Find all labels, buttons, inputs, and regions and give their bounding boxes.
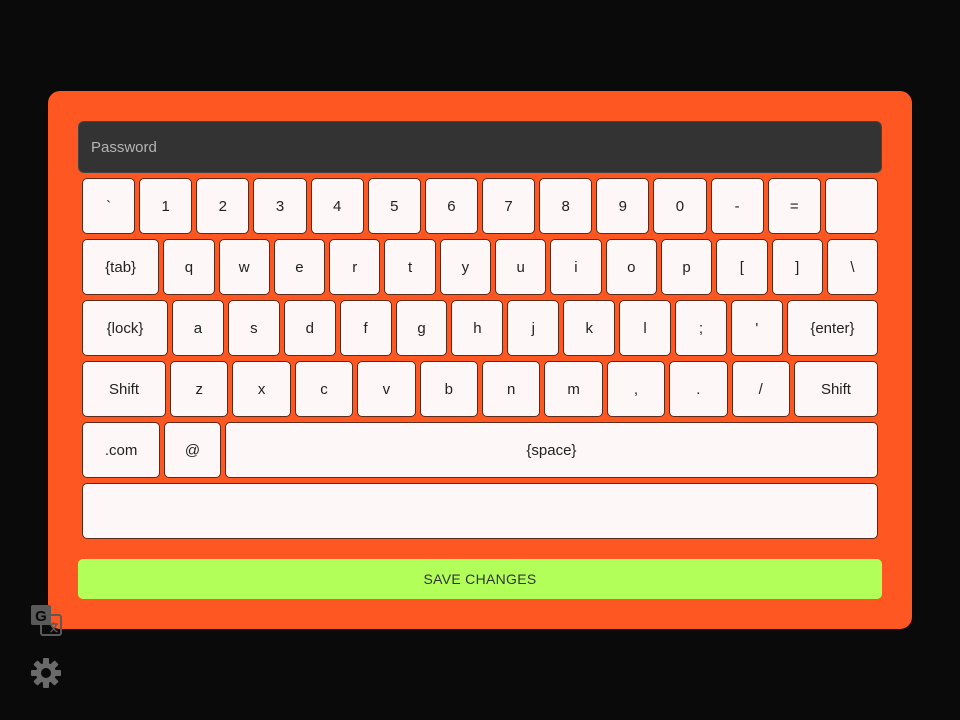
key-v[interactable]: v [357, 361, 416, 417]
key-9[interactable]: 9 [596, 178, 650, 234]
key-m[interactable]: m [544, 361, 603, 417]
key-comma[interactable]: , [606, 361, 666, 417]
translate-icon[interactable]: G [30, 604, 62, 636]
key-lock[interactable]: {lock} [82, 300, 169, 356]
key-a[interactable]: a [172, 300, 224, 356]
key-enter[interactable]: {enter} [786, 300, 879, 356]
key-2[interactable]: 2 [196, 178, 250, 234]
key-4[interactable]: 4 [310, 178, 364, 234]
gear-icon[interactable] [30, 657, 62, 689]
key-p[interactable]: p [660, 239, 713, 295]
key-backtick[interactable]: ` [82, 178, 136, 234]
keyboard-row: {tab} q w e r t y u i o p[] \ [82, 239, 879, 295]
key-x[interactable]: x [232, 361, 291, 417]
key-f[interactable]: f [339, 300, 392, 356]
key-at[interactable]: @ [164, 422, 221, 478]
key-5[interactable]: 5 [367, 178, 421, 234]
key-right-bracket[interactable]: ] [771, 239, 823, 295]
keyboard-panel: ` 1 2 3 4 5 6 7 8 9 0- = {tab} q w e r t y u i o p[] \ {lock} a s d… [48, 91, 912, 629]
key-d[interactable]: d [283, 300, 336, 356]
key-shift[interactable]: Shift [793, 361, 878, 417]
key-h[interactable]: h [451, 300, 504, 356]
key-t[interactable]: t [384, 239, 436, 295]
key-quote[interactable]: ' [730, 300, 783, 356]
key-l[interactable]: l [619, 300, 672, 356]
key-minus[interactable]: - [710, 178, 764, 234]
key-8[interactable]: 8 [539, 178, 593, 234]
save-changes-button[interactable]: SAVE CHANGES [78, 559, 882, 599]
key-period[interactable]: . [669, 361, 728, 417]
key-blank[interactable] [824, 178, 878, 234]
key-r[interactable]: r [329, 239, 381, 295]
key-u[interactable]: u [495, 239, 547, 295]
key-shift[interactable]: Shift [82, 361, 167, 417]
keyboard-row [82, 483, 878, 539]
key-left-bracket[interactable]: [ [716, 239, 768, 295]
key-tab[interactable]: {tab} [82, 239, 160, 295]
key-0[interactable]: 0 [653, 178, 707, 234]
key-g[interactable]: g [395, 300, 448, 356]
key-semicolon[interactable]: ; [675, 300, 727, 356]
key-1[interactable]: 1 [139, 178, 193, 234]
key-slash[interactable]: / [731, 361, 790, 417]
key-space[interactable]: {space} [224, 422, 879, 478]
key-backslash[interactable]: \ [826, 239, 879, 295]
key-n[interactable]: n [481, 361, 541, 417]
key-e[interactable]: e [273, 239, 326, 295]
key-i[interactable]: i [550, 239, 602, 295]
key-equals[interactable]: = [767, 178, 821, 234]
keyboard-row: .com @ {space} [82, 422, 879, 478]
key-k[interactable]: k [563, 300, 616, 356]
key-w[interactable]: w [218, 239, 270, 295]
key-c[interactable]: c [294, 361, 354, 417]
password-input[interactable] [78, 121, 882, 173]
virtual-keyboard: ` 1 2 3 4 5 6 7 8 9 0- = {tab} q w e r t y u i o p[] \ {lock} a s d… [82, 178, 879, 544]
key-3[interactable]: 3 [253, 178, 307, 234]
translate-glyph: G [35, 608, 47, 625]
key-o[interactable]: o [605, 239, 657, 295]
keyboard-row: {lock} a s d f g h j k l; ' {enter} [82, 300, 879, 356]
key-7[interactable]: 7 [481, 178, 536, 234]
key-blank[interactable] [82, 483, 878, 539]
key-q[interactable]: q [163, 239, 215, 295]
key-y[interactable]: y [439, 239, 492, 295]
key-j[interactable]: j [507, 300, 560, 356]
key-z[interactable]: z [170, 361, 229, 417]
key-6[interactable]: 6 [424, 178, 478, 234]
keyboard-row: ` 1 2 3 4 5 6 7 8 9 0- = [82, 178, 878, 234]
key-b[interactable]: b [419, 361, 478, 417]
key-dotcom[interactable]: .com [82, 422, 161, 478]
keyboard-row: Shift z x c v b n m,. / Shift [82, 361, 878, 417]
key-s[interactable]: s [227, 300, 280, 356]
